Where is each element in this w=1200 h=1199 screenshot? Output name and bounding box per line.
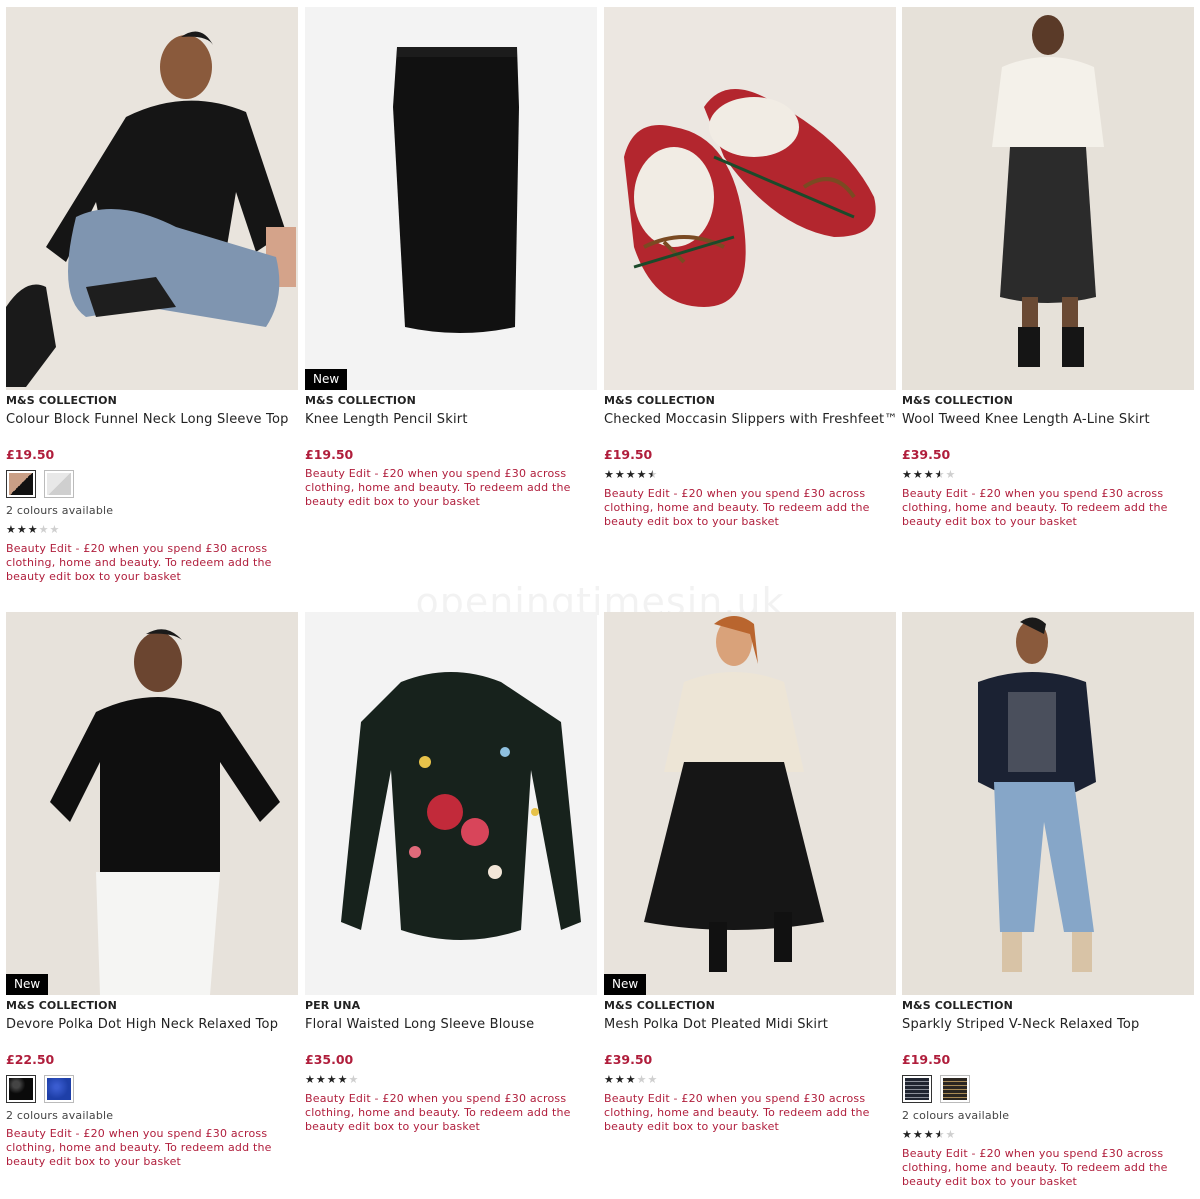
product-brand: M&S COLLECTION [902, 999, 1013, 1012]
product-price: £19.50 [305, 447, 354, 462]
colour-swatch[interactable] [6, 1075, 36, 1103]
star-icon: ★ [923, 468, 934, 481]
star-empty-icon: ★ [636, 1073, 647, 1086]
star-icon: ★ [305, 1073, 315, 1086]
product-image[interactable] [902, 7, 1194, 390]
product-brand: M&S COLLECTION [305, 394, 416, 407]
star-icon: ★ [636, 468, 647, 481]
star-icon: ★ [614, 1073, 625, 1086]
star-empty-icon: ★ [49, 523, 60, 536]
product-title[interactable]: Floral Waisted Long Sleeve Blouse [305, 1017, 534, 1032]
product-image[interactable]: New [604, 612, 896, 995]
product-brand: M&S COLLECTION [6, 999, 117, 1012]
star-empty-icon: ★ [348, 1073, 359, 1086]
star-icon: ★ [923, 1128, 934, 1141]
star-icon: ★ [625, 468, 636, 481]
star-icon: ★ [27, 523, 38, 536]
rating-stars: ★ ★ ★ ★ ★ [6, 524, 59, 535]
promo-text: Beauty Edit - £20 when you spend £30 acr… [604, 1092, 870, 1134]
product-image[interactable]: New [305, 7, 597, 390]
colours-available: 2 colours available [6, 1109, 114, 1122]
colour-swatch[interactable] [44, 1075, 74, 1103]
star-half-icon: ★ [934, 468, 945, 481]
star-icon: ★ [604, 1073, 614, 1086]
product-price: £19.50 [902, 1052, 951, 1067]
product-price: £35.00 [305, 1052, 354, 1067]
product-image[interactable] [902, 612, 1194, 995]
product-brand: M&S COLLECTION [6, 394, 117, 407]
colour-swatches [902, 1075, 970, 1103]
product-brand: PER UNA [305, 999, 361, 1012]
product-title[interactable]: Colour Block Funnel Neck Long Sleeve Top [6, 412, 289, 427]
star-icon: ★ [337, 1073, 348, 1086]
product-image[interactable]: New [6, 612, 298, 995]
colour-swatch[interactable] [940, 1075, 970, 1103]
star-icon: ★ [912, 468, 923, 481]
product-image[interactable] [305, 612, 597, 995]
promo-text: Beauty Edit - £20 when you spend £30 acr… [604, 487, 870, 529]
colours-available: 2 colours available [6, 504, 114, 517]
star-icon: ★ [902, 1128, 912, 1141]
colour-swatch[interactable] [902, 1075, 932, 1103]
new-badge: New [305, 369, 348, 390]
colour-swatches [6, 1075, 74, 1103]
product-title[interactable]: Mesh Polka Dot Pleated Midi Skirt [604, 1017, 828, 1032]
rating-stars: ★ ★ ★ ★ ★ [604, 1074, 657, 1085]
promo-text: Beauty Edit - £20 when you spend £30 acr… [902, 487, 1168, 529]
product-price: £39.50 [604, 1052, 653, 1067]
star-empty-icon: ★ [945, 468, 956, 481]
product-price: £22.50 [6, 1052, 55, 1067]
star-icon: ★ [326, 1073, 337, 1086]
product-price: £39.50 [902, 447, 951, 462]
product-title[interactable]: Wool Tweed Knee Length A-Line Skirt [902, 412, 1150, 427]
rating-stars: ★ ★ ★ ★ ★ [902, 469, 955, 480]
star-icon: ★ [604, 468, 614, 481]
star-half-icon: ★ [647, 468, 658, 481]
product-title[interactable]: Knee Length Pencil Skirt [305, 412, 468, 427]
star-icon: ★ [902, 468, 912, 481]
product-brand: M&S COLLECTION [604, 999, 715, 1012]
product-title[interactable]: Devore Polka Dot High Neck Relaxed Top [6, 1017, 278, 1032]
product-title[interactable]: Sparkly Striped V-Neck Relaxed Top [902, 1017, 1140, 1032]
promo-text: Beauty Edit - £20 when you spend £30 acr… [6, 542, 272, 584]
product-price: £19.50 [6, 447, 55, 462]
new-badge: New [604, 974, 647, 995]
star-icon: ★ [625, 1073, 636, 1086]
rating-stars: ★ ★ ★ ★ ★ [305, 1074, 358, 1085]
colour-swatch[interactable] [44, 470, 74, 498]
star-icon: ★ [315, 1073, 326, 1086]
product-brand: M&S COLLECTION [902, 394, 1013, 407]
product-title[interactable]: Checked Moccasin Slippers with Freshfeet… [604, 412, 898, 427]
star-half-icon: ★ [934, 1128, 945, 1141]
star-empty-icon: ★ [38, 523, 49, 536]
star-empty-icon: ★ [647, 1073, 658, 1086]
promo-text: Beauty Edit - £20 when you spend £30 acr… [902, 1147, 1168, 1189]
promo-text: Beauty Edit - £20 when you spend £30 acr… [305, 1092, 571, 1134]
rating-stars: ★ ★ ★ ★ ★ [604, 469, 657, 480]
star-icon: ★ [16, 523, 27, 536]
star-icon: ★ [6, 523, 16, 536]
star-icon: ★ [912, 1128, 923, 1141]
product-image[interactable] [6, 7, 298, 390]
star-empty-icon: ★ [945, 1128, 956, 1141]
colours-available: 2 colours available [902, 1109, 1010, 1122]
product-price: £19.50 [604, 447, 653, 462]
star-icon: ★ [614, 468, 625, 481]
product-brand: M&S COLLECTION [604, 394, 715, 407]
promo-text: Beauty Edit - £20 when you spend £30 acr… [305, 467, 571, 509]
promo-text: Beauty Edit - £20 when you spend £30 acr… [6, 1127, 272, 1169]
colour-swatch[interactable] [6, 470, 36, 498]
product-image[interactable] [604, 7, 896, 390]
rating-stars: ★ ★ ★ ★ ★ [902, 1129, 955, 1140]
colour-swatches [6, 470, 74, 498]
new-badge: New [6, 974, 49, 995]
